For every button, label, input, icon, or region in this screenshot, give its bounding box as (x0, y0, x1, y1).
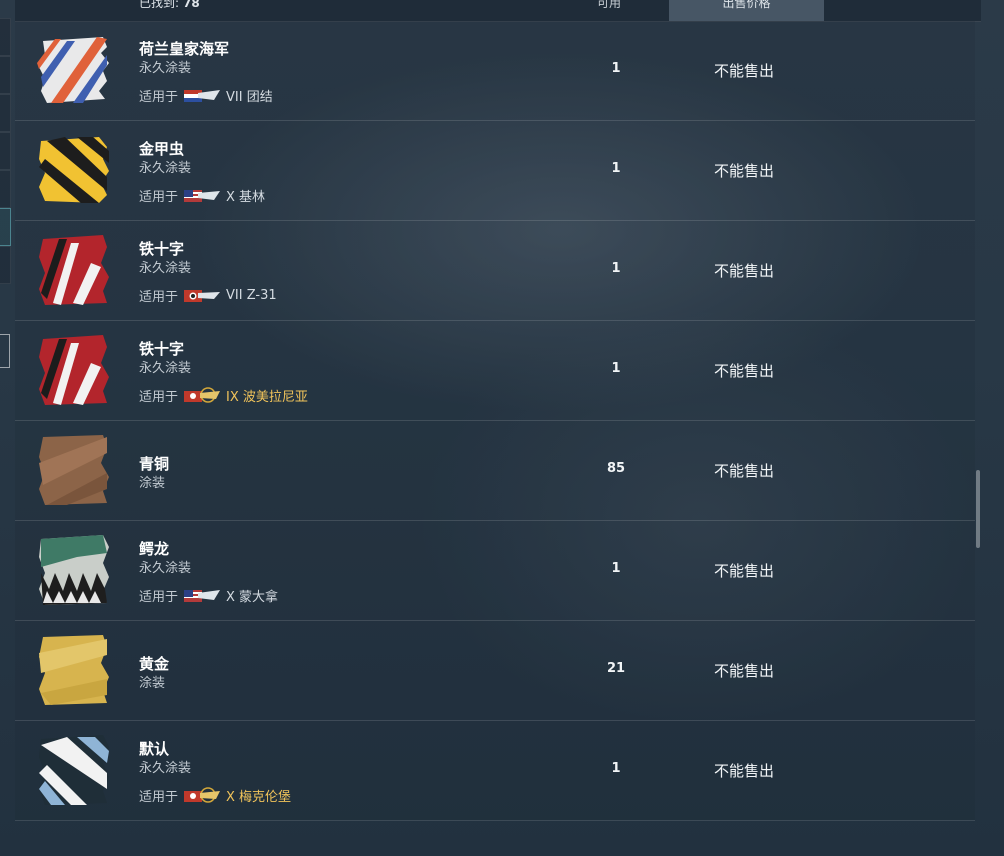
column-available[interactable]: 可用 (597, 0, 621, 11)
item-type: 永久涂装 (139, 61, 192, 76)
gold-beetle-camo-icon (39, 137, 109, 203)
ship-name: X 基林 (226, 189, 266, 205)
applies-label: 适用于 (139, 789, 179, 805)
table-header: 已找到: 78 可用 出售价格 (15, 0, 981, 22)
sale-status: 不能售出 (713, 162, 774, 180)
applies-label: 适用于 (139, 389, 179, 405)
iron-cross-camo-icon (39, 335, 109, 405)
list-item[interactable]: 默认 永久涂装 适用于 X 梅克伦堡 1 不能售出 (15, 721, 975, 821)
crocodile-camo-icon (39, 535, 109, 605)
side-tab-active[interactable] (0, 208, 11, 246)
default-camo-icon (39, 735, 109, 805)
found-count: 78 (183, 0, 200, 10)
item-count: 1 (611, 261, 621, 276)
applies-to: 适用于 IX 波美拉尼亚 (139, 386, 308, 405)
item-name: 青铜 (139, 455, 170, 473)
applies-label: 适用于 (139, 89, 179, 105)
usa-ship-icon (184, 190, 221, 202)
sale-status: 不能售出 (713, 262, 774, 280)
item-name: 黄金 (139, 655, 170, 673)
usa-ship-icon (184, 590, 221, 602)
ship-name: VII 团结 (226, 89, 273, 105)
ship-name: IX 波美拉尼亚 (226, 389, 308, 405)
side-tab[interactable] (0, 94, 11, 132)
applies-to: 适用于 VII Z-31 (139, 286, 277, 305)
camouflage-list: 荷兰皇家海军 永久涂装 适用于 VII 团结 1 不能售出 金甲虫 永久涂装 适… (15, 21, 975, 821)
item-count: 1 (611, 561, 621, 576)
inventory-page: { "header": { "found_label": "已找到:", "fo… (0, 0, 1004, 856)
ship-name: X 梅克伦堡 (226, 789, 292, 805)
applies-to: 适用于 X 基林 (139, 186, 266, 205)
side-tab[interactable] (0, 56, 11, 94)
germany-ship-icon (184, 290, 221, 302)
item-type: 永久涂装 (139, 161, 192, 176)
bronze-camo-icon (39, 435, 109, 505)
list-item[interactable]: 黄金 涂装 21 不能售出 (15, 621, 975, 721)
item-name: 铁十字 (139, 340, 185, 358)
list-item[interactable]: 铁十字 永久涂装 适用于 IX 波美拉尼亚 1 不能售出 (15, 321, 975, 421)
item-type: 永久涂装 (139, 561, 192, 576)
item-type: 涂装 (139, 476, 166, 491)
netherlands-ship-icon (184, 90, 221, 102)
sale-status: 不能售出 (713, 562, 774, 580)
item-count: 21 (606, 661, 626, 676)
sale-status: 不能售出 (713, 62, 774, 80)
item-count: 1 (611, 61, 621, 76)
side-tab[interactable] (0, 246, 11, 284)
item-type: 永久涂装 (139, 361, 192, 376)
list-item[interactable]: 金甲虫 永久涂装 适用于 X 基林 1 不能售出 (15, 121, 975, 221)
list-item[interactable]: 青铜 涂装 85 不能售出 (15, 421, 975, 521)
list-item[interactable]: 铁十字 永久涂装 适用于 VII Z-31 1 不能售出 (15, 221, 975, 321)
dutch-camo-icon (37, 37, 109, 103)
applies-to: 适用于 X 梅克伦堡 (139, 786, 292, 805)
iron-cross-camo-icon (39, 235, 109, 305)
premium-germany-ship-icon (184, 787, 221, 803)
list-item[interactable]: 荷兰皇家海军 永久涂装 适用于 VII 团结 1 不能售出 (15, 21, 975, 121)
sale-status: 不能售出 (713, 762, 774, 780)
item-type: 永久涂装 (139, 761, 192, 776)
sale-status: 不能售出 (713, 362, 774, 380)
scrollbar-thumb[interactable] (976, 470, 980, 548)
list-item[interactable]: 鳄龙 永久涂装 适用于 X 蒙大拿 1 不能售出 (15, 521, 975, 621)
applies-label: 适用于 (139, 589, 179, 605)
applies-label: 适用于 (139, 289, 179, 305)
gold-camo-icon (39, 635, 109, 705)
item-name: 鳄龙 (139, 540, 170, 558)
item-count: 1 (611, 361, 621, 376)
ship-name: X 蒙大拿 (226, 589, 279, 605)
applies-to: 适用于 VII 团结 (139, 86, 273, 105)
item-type: 永久涂装 (139, 261, 192, 276)
item-count: 85 (606, 461, 626, 476)
side-collapse-button[interactable] (0, 334, 10, 368)
column-sale-price[interactable]: 出售价格 (669, 0, 824, 21)
item-name: 荷兰皇家海军 (139, 40, 230, 58)
item-name: 默认 (139, 740, 170, 758)
side-tab[interactable] (0, 170, 11, 208)
item-count: 1 (611, 161, 621, 176)
premium-germany-ship-icon (184, 387, 221, 403)
applies-label: 适用于 (139, 189, 179, 205)
side-tab[interactable] (0, 18, 11, 56)
ship-name: VII Z-31 (226, 287, 277, 303)
sale-status: 不能售出 (713, 662, 774, 680)
item-name: 金甲虫 (139, 140, 185, 158)
item-name: 铁十字 (139, 240, 185, 258)
item-type: 涂装 (139, 676, 166, 691)
applies-to: 适用于 X 蒙大拿 (139, 586, 279, 605)
found-label: 已找到: (139, 0, 180, 10)
found-count-label: 已找到: 78 (139, 0, 200, 11)
side-tab[interactable] (0, 132, 11, 170)
sale-status: 不能售出 (713, 462, 774, 480)
item-count: 1 (611, 761, 621, 776)
